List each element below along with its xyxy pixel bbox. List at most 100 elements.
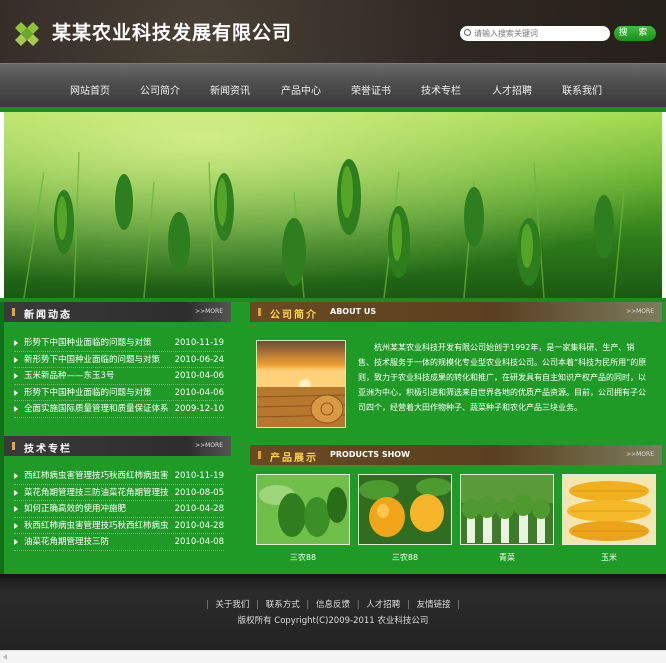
tab-marker (12, 442, 15, 450)
product-card[interactable]: 三农88 (358, 474, 452, 563)
green-pepper-photo[interactable] (256, 474, 350, 545)
search-icon (464, 29, 471, 36)
tab-marker (258, 451, 261, 459)
news-item-title[interactable]: 形势下中国种业面临的问题与对策 (24, 335, 174, 352)
main-content: 新闻动态 >>MORE 形势下中国种业面临的问题与对策 2010-11-19 新形… (0, 302, 666, 574)
wheat-banner-image (4, 112, 662, 298)
tech-item-title[interactable]: 如何正确高效的使用冲施肥 (24, 501, 174, 518)
products-more-link[interactable]: >>MORE (626, 451, 654, 458)
product-name[interactable]: 三农88 (256, 552, 350, 563)
diamond-logo-icon (15, 22, 39, 46)
tech-item-title[interactable]: 西红柿病虫害管理技巧秋西红柿病虫害 (24, 468, 174, 485)
bullet-arrow-icon (14, 506, 18, 512)
news-item[interactable]: 形势下中国种业面临的问题与对策 2010-11-19 (14, 335, 224, 352)
about-more-link[interactable]: >>MORE (626, 308, 654, 315)
nav-item-honors[interactable]: 荣誉证书 (351, 82, 391, 97)
bullet-arrow-icon (14, 539, 18, 545)
product-card[interactable]: 玉米 (562, 474, 656, 563)
bullet-arrow-icon (14, 373, 18, 379)
search-placeholder: 请输入搜索关键词 (474, 29, 538, 38)
news-more-link[interactable]: >>MORE (195, 308, 223, 315)
tech-item[interactable]: 秋西红柿病虫害管理技巧秋西红柿病虫 2010-04-28 (14, 518, 224, 535)
bullet-arrow-icon (14, 356, 18, 363)
footer-link-jobs[interactable]: 人才招聘 (366, 600, 400, 610)
search-input[interactable]: 请输入搜索关键词 (460, 26, 610, 41)
tech-item[interactable]: 油菜花角期管理技三防 2010-04-08 (14, 534, 224, 551)
news-item[interactable]: 形势下中国种业面临的问题与对策 2010-04-06 (14, 385, 224, 402)
tech-item[interactable]: 如何正确高效的使用冲施肥 2010-04-28 (14, 501, 224, 518)
bullet-arrow-icon (14, 522, 18, 529)
wheat-field-illustration (4, 112, 662, 298)
tech-item-date: 2010-04-28 (174, 504, 224, 514)
news-item-title[interactable]: 形势下中国种业面临的问题与对策 (24, 385, 174, 402)
nav-item-tech[interactable]: 技术专栏 (421, 82, 461, 97)
tech-item-date: 2010-11-19 (174, 471, 224, 481)
main-nav: 网站首页 公司简介 新闻资讯 产品中心 荣誉证书 技术专栏 人才招聘 联系我们 (0, 63, 666, 107)
news-item-title[interactable]: 全面实施国际质量管理和质量保证体系 (24, 401, 174, 418)
news-item-date: 2010-04-06 (174, 387, 224, 398)
news-list: 形势下中国种业面临的问题与对策 2010-11-19 新形势下中国种业面临的问题与… (14, 335, 224, 418)
bullet-arrow-icon (14, 389, 18, 396)
tech-list: 西红柿病虫害管理技巧秋西红柿病虫害 2010-11-19 菜花角期管理技三防油菜花… (14, 468, 224, 551)
sunset-harvest-illustration (257, 341, 345, 427)
product-card[interactable]: 青菜 (460, 474, 554, 563)
sunset-field-photo (256, 340, 346, 428)
about-panel-title: 公司简介 (270, 310, 318, 321)
product-name[interactable]: 玉米 (562, 552, 656, 563)
footer-link-contact[interactable]: 联系方式 (266, 600, 300, 610)
tech-item[interactable]: 西红柿病虫害管理技巧秋西红柿病虫害 2010-11-19 (14, 468, 224, 485)
tech-item-date: 2010-08-05 (174, 487, 224, 498)
copyright-text: 版权所有 Copyright(C)2009-2011 农业科技公司 (237, 616, 429, 626)
tech-item-title[interactable]: 油菜花角期管理技三防 (24, 534, 174, 551)
bullet-arrow-icon (14, 406, 18, 412)
tab-marker (258, 308, 261, 316)
horizontal-scrollbar[interactable] (0, 650, 666, 663)
tech-more-link[interactable]: >>MORE (195, 442, 223, 449)
footer-link-about[interactable]: 关于我们 (215, 600, 249, 610)
footer-separator: | (407, 600, 410, 610)
about-panel-title-en: ABOUT US (330, 307, 377, 316)
nav-item-contact[interactable]: 联系我们 (562, 82, 602, 97)
footer-link-feedback[interactable]: 信息反馈 (316, 600, 350, 610)
tech-item-date: 2010-04-28 (174, 520, 224, 531)
nav-item-jobs[interactable]: 人才招聘 (492, 82, 532, 97)
footer-separator: | (457, 600, 461, 610)
nav-item-news[interactable]: 新闻资讯 (210, 82, 250, 97)
footer-separator: | (205, 600, 209, 610)
greens-illustration (461, 475, 553, 544)
product-card[interactable]: 三农88 (256, 474, 350, 563)
news-item-date: 2010-06-24 (174, 354, 224, 365)
nav-item-products[interactable]: 产品中心 (281, 82, 321, 97)
products-panel-header: 产品展示 PRODUCTS SHOW >>MORE (250, 445, 662, 465)
corn-photo[interactable] (562, 474, 656, 545)
scroll-left-arrow-icon[interactable] (3, 654, 7, 660)
about-panel-header: 公司简介 ABOUT US >>MORE (250, 302, 662, 322)
news-item-title[interactable]: 玉米新品种——东玉3号 (24, 368, 174, 385)
search-button[interactable]: 搜 索 (614, 26, 656, 41)
news-item[interactable]: 玉米新品种——东玉3号 2010-04-06 (14, 368, 224, 385)
news-item-title[interactable]: 新形势下中国种业面临的问题与对策 (24, 352, 174, 369)
product-name[interactable]: 青菜 (460, 552, 554, 563)
news-panel-header: 新闻动态 >>MORE (4, 302, 231, 322)
greens-photo[interactable] (460, 474, 554, 545)
news-item-date: 2009-12-10 (174, 404, 224, 414)
news-item[interactable]: 新形势下中国种业面临的问题与对策 2010-06-24 (14, 352, 224, 369)
tab-marker (12, 308, 15, 316)
company-name: 某某农业科技发展有限公司 (52, 22, 293, 44)
tech-item-date: 2010-04-08 (174, 537, 224, 547)
footer-separator: | (256, 600, 259, 610)
footer-separator: | (356, 600, 360, 610)
nav-item-home[interactable]: 网站首页 (70, 82, 110, 97)
tech-item-title[interactable]: 秋西红柿病虫害管理技巧秋西红柿病虫 (24, 518, 174, 535)
yellow-pepper-illustration (359, 475, 451, 544)
products-panel-title: 产品展示 (270, 453, 318, 464)
footer-links: | 关于我们 | 联系方式 | 信息反馈 | 人才招聘 | 友情链接 | (0, 598, 666, 610)
yellow-pepper-photo[interactable] (358, 474, 452, 545)
tech-item[interactable]: 菜花角期管理技三防油菜花角期管理技 2010-08-05 (14, 485, 224, 502)
site-header: 某某农业科技发展有限公司 请输入搜索关键词 搜 索 (0, 0, 666, 63)
product-name[interactable]: 三农88 (358, 552, 452, 563)
news-item[interactable]: 全面实施国际质量管理和质量保证体系 2009-12-10 (14, 401, 224, 418)
tech-item-title[interactable]: 菜花角期管理技三防油菜花角期管理技 (24, 485, 174, 502)
nav-item-about[interactable]: 公司简介 (140, 82, 180, 97)
footer-link-friends[interactable]: 友情链接 (417, 600, 451, 610)
